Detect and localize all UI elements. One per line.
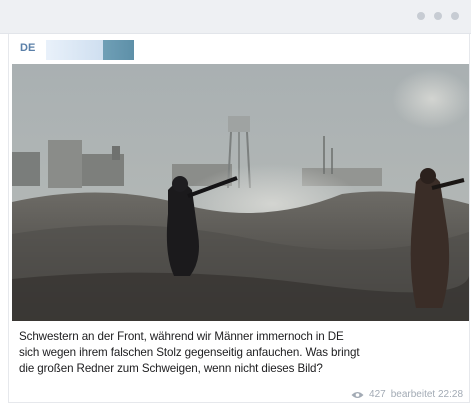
redacted-channel-name bbox=[46, 40, 134, 60]
channel-name[interactable]: DE bbox=[20, 42, 35, 54]
window-title-bar bbox=[0, 0, 471, 34]
post-meta: 427 bearbeitet 22:28 bbox=[351, 389, 463, 400]
post-photo[interactable] bbox=[12, 64, 469, 321]
more-options-icon[interactable] bbox=[417, 12, 459, 20]
battlefield-photo bbox=[12, 64, 469, 321]
channel-header[interactable]: DE bbox=[9, 34, 469, 64]
dot-icon bbox=[434, 12, 442, 20]
message-card: DE Schwestern an der Front, während wir … bbox=[8, 34, 470, 403]
post-caption: Schwestern an der Front, während wir Män… bbox=[19, 329, 464, 377]
eye-icon bbox=[351, 391, 364, 398]
edited-timestamp: bearbeitet 22:28 bbox=[390, 389, 463, 400]
view-count: 427 bbox=[369, 389, 386, 400]
caption-line: sich wegen ihrem falschen Stolz gegensei… bbox=[19, 346, 360, 359]
dot-icon bbox=[451, 12, 459, 20]
caption-line: die großen Redner zum Schweigen, wenn ni… bbox=[19, 362, 323, 375]
caption-line: Schwestern an der Front, während wir Män… bbox=[19, 330, 344, 343]
dot-icon bbox=[417, 12, 425, 20]
